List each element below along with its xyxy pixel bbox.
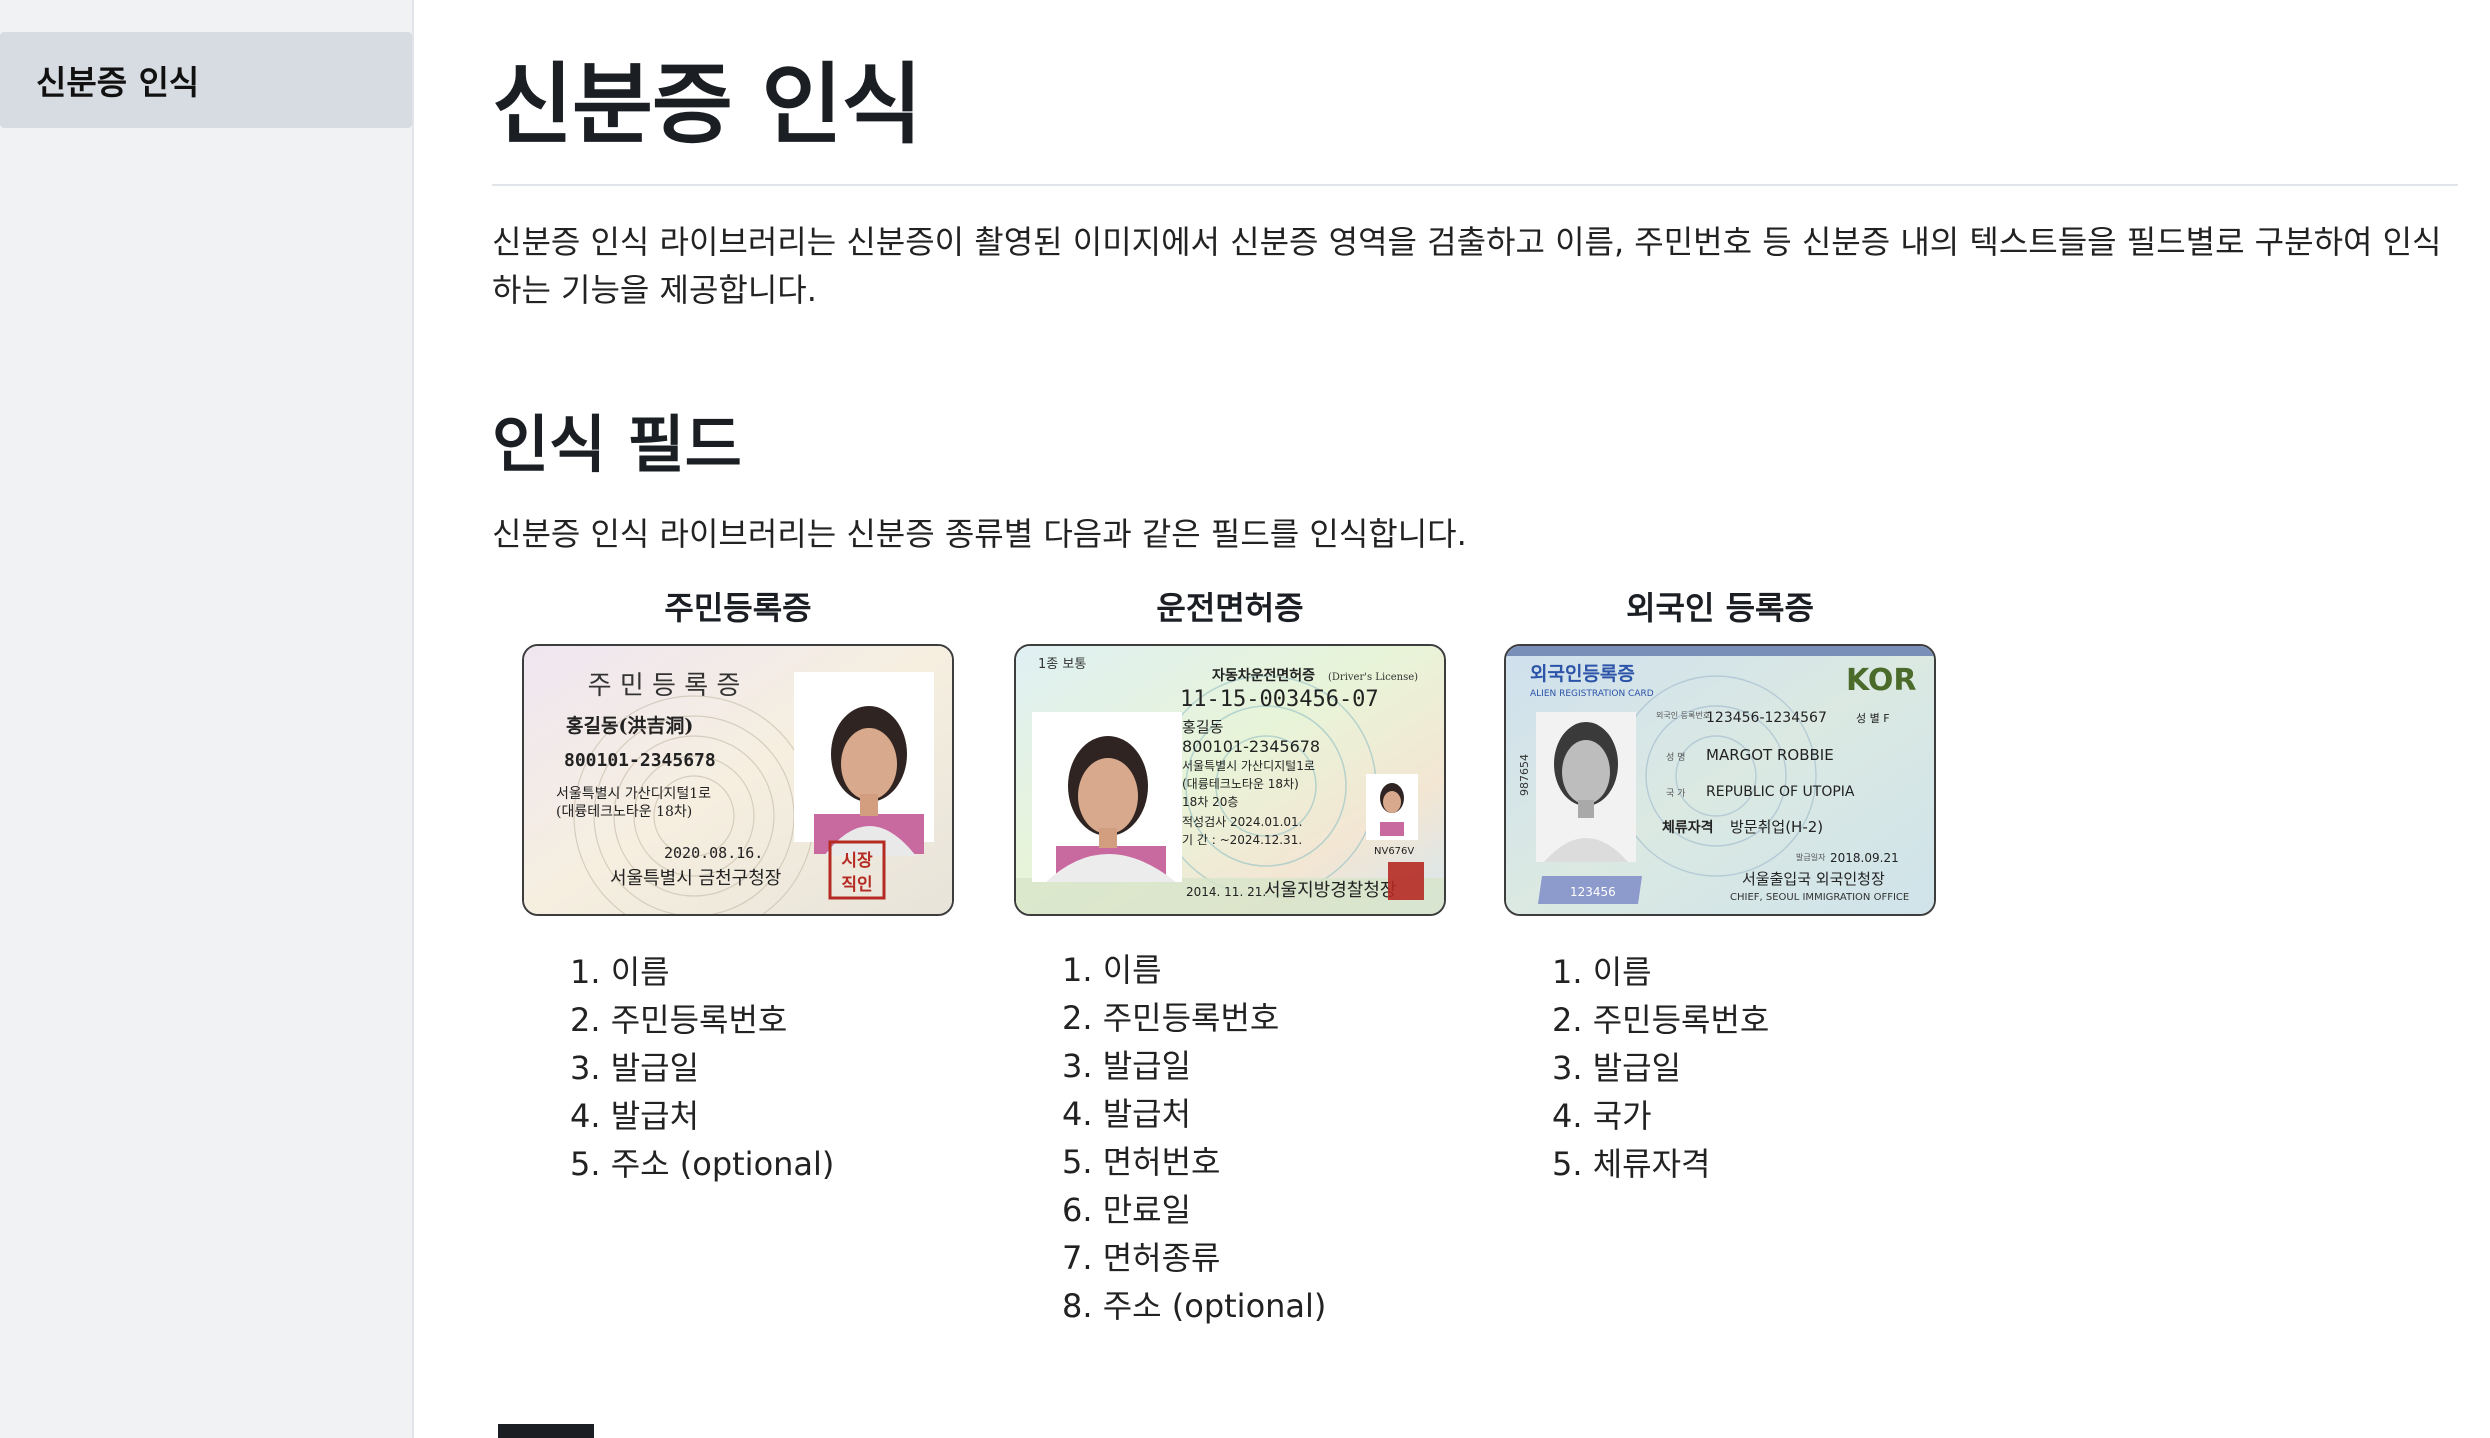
title-divider (492, 184, 2458, 186)
list-item: 4. 발급처 (1062, 1095, 1192, 1133)
card-heading: 자동차운전면허증 (1212, 667, 1315, 684)
alien-registration-card-image: 123456 987654 외국인등록증 ALIEN REGISTRATION … (1504, 644, 1936, 916)
sex: 성 별 F (1856, 712, 1890, 725)
photo-number: 123456 (1570, 885, 1616, 899)
country-label: 국 가 (1666, 788, 1685, 799)
field-list-drivers-license: 1. 이름 2. 주민등록번호 3. 발급일 4. 발급처 5. 면허번호 6.… (1062, 946, 1326, 1330)
list-item: 3. 발급일 (570, 1049, 700, 1087)
field-list-resident-id: 1. 이름 2. 주민등록번호 3. 발급일 4. 발급처 5. 주소 (opt… (570, 948, 834, 1188)
list-item: 8. 주소 (optional) (1062, 1287, 1327, 1325)
card-title: 주민등록증 (664, 589, 812, 627)
card-name: MARGOT ROBBIE (1706, 746, 1834, 764)
page-title: 신분증 인식 (492, 53, 922, 156)
card-title: 운전면허증 (1156, 589, 1304, 627)
svg-text:직인: 직인 (841, 875, 872, 895)
card-title: 외국인 등록증 (1626, 589, 1814, 627)
name-label: 성 명 (1666, 752, 1685, 763)
section-title-fields: 인식 필드 (492, 408, 742, 481)
license-number: 11-15-003456-07 (1180, 687, 1379, 712)
issue-label: 발급일자 (1796, 852, 1826, 862)
card-address-2: (대륭테크노타운 18차) (1182, 777, 1299, 791)
residence-status: 방문취업(H-2) (1730, 818, 1823, 836)
card-heading-en: ALIEN REGISTRATION CARD (1530, 689, 1654, 699)
list-item: 1. 이름 (1062, 951, 1162, 989)
valid-period: 기 간 : ~2024.12.31. (1182, 833, 1302, 847)
card-address-1: 서울특별시 가산디지털1로 (1182, 759, 1315, 773)
intro-paragraph: 신분증 인식 라이브러리는 신분증이 촬영된 이미지에서 신분증 영역을 검출하… (492, 223, 2442, 309)
card-address-3: 18차 20층 (1182, 795, 1238, 809)
aptitude-test: 적성검사 2024.01.01. (1182, 815, 1303, 829)
list-item: 5. 면허번호 (1062, 1143, 1221, 1181)
country-code: KOR (1846, 663, 1917, 698)
card-address-1: 서울특별시 가산디지털1로 (556, 786, 711, 802)
card-code: NV676V (1374, 846, 1414, 857)
list-item: 2. 주민등록번호 (570, 1001, 788, 1039)
card-issuer: 서울특별시 금천구청장 (610, 868, 781, 889)
card-issuer-en: CHIEF, SEOUL IMMIGRATION OFFICE (1730, 892, 1909, 903)
reg-label: 외국인 등록번호 (1656, 710, 1710, 720)
card-address-2: (대륭테크노타운 18차) (556, 804, 692, 820)
issue-date: 2014. 11. 21. (1186, 885, 1266, 899)
list-item: 4. 발급처 (570, 1097, 700, 1135)
list-item: 7. 면허종류 (1062, 1239, 1221, 1277)
list-item: 4. 국가 (1552, 1097, 1652, 1135)
list-item: 2. 주민등록번호 (1062, 999, 1280, 1037)
card-heading-en: (Driver's License) (1328, 672, 1418, 683)
status-label: 체류자격 (1662, 819, 1714, 836)
list-item: 1. 이름 (570, 953, 670, 991)
card-number: 800101-2345678 (1182, 737, 1320, 756)
card-number: 800101-2345678 (564, 750, 716, 771)
list-item: 1. 이름 (1552, 953, 1652, 991)
registration-number: 123456-1234567 (1706, 710, 1827, 726)
card-heading: 주 민 등 록 증 (588, 671, 741, 701)
list-item: 5. 체류자격 (1552, 1145, 1711, 1183)
card-issuer: 서울출입국 외국인청장 (1742, 870, 1885, 888)
section-description: 신분증 인식 라이브러리는 신분증 종류별 다음과 같은 필드를 인식합니다. (492, 515, 1467, 553)
list-item: 2. 주민등록번호 (1552, 1001, 1770, 1039)
main-content: 신분증 인식 신분증 인식 라이브러리는 신분증이 촬영된 이미지에서 신분증 … (492, 0, 2458, 1438)
side-number: 987654 (1518, 754, 1531, 796)
next-section-heading-cut-off (492, 1402, 602, 1438)
card-name: 홍길동(洪吉洞) (566, 714, 693, 737)
card-name: 홍길동 (1182, 718, 1224, 736)
card-heading: 외국인등록증 (1530, 663, 1635, 685)
sidebar-item-id-recognition[interactable]: 신분증 인식 (0, 32, 412, 128)
list-item: 3. 발급일 (1062, 1047, 1192, 1085)
list-item: 6. 만료일 (1062, 1191, 1192, 1229)
field-list-alien-registration: 1. 이름 2. 주민등록번호 3. 발급일 4. 국가 5. 체류자격 (1552, 948, 1769, 1188)
sidebar: 신분증 인식 (0, 0, 414, 1438)
seal-stamp (1388, 862, 1424, 900)
sidebar-item-label: 신분증 인식 (36, 63, 200, 102)
list-item: 3. 발급일 (1552, 1049, 1682, 1087)
svg-text:시장: 시장 (841, 851, 873, 871)
license-class: 1종 보통 (1038, 657, 1086, 672)
drivers-license-card-image: 1종 보통 자동차운전면허증 (Driver's License) 11-15-… (1014, 644, 1446, 916)
country: REPUBLIC OF UTOPIA (1706, 784, 1855, 800)
issue-date: 2018.09.21 (1830, 851, 1899, 865)
list-item: 5. 주소 (optional) (570, 1145, 835, 1183)
card-issuer: 서울지방경찰청장 (1264, 880, 1396, 901)
resident-id-card-image: 주 민 등 록 증 홍길동(洪吉洞) 800101-2345678 서울특별시 … (522, 644, 954, 916)
card-date: 2020.08.16. (664, 844, 763, 862)
